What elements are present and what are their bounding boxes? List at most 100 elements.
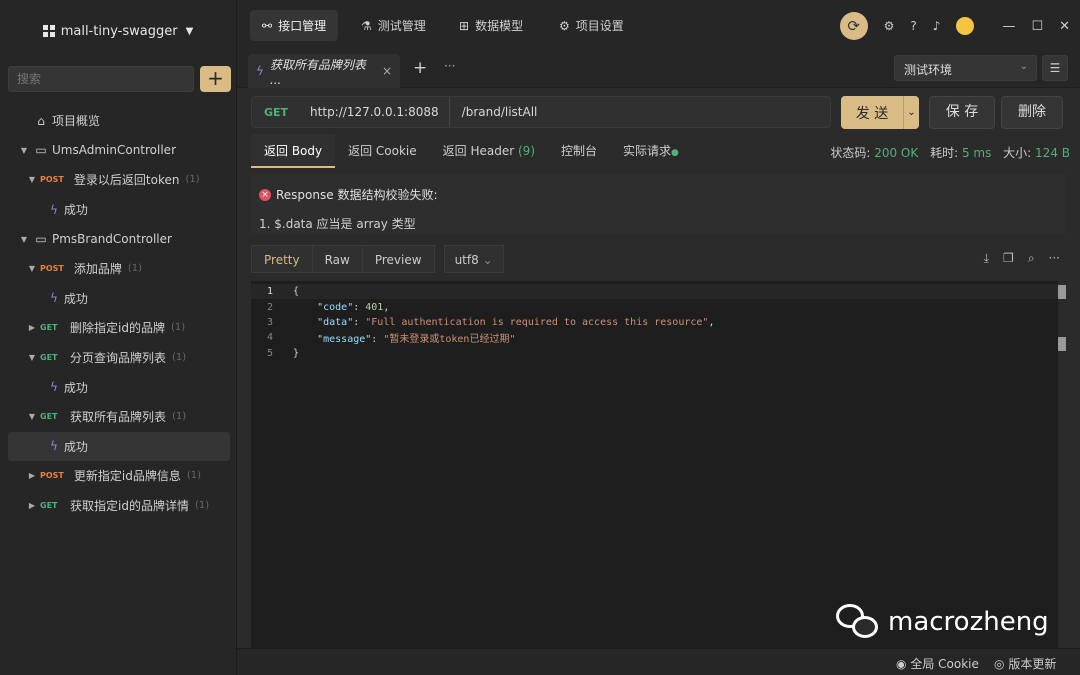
request-tab[interactable]: ϟ 获取所有品牌列表 ... × (248, 54, 400, 88)
status-dot-icon: ● (671, 148, 679, 158)
method-badge: GET (40, 412, 58, 422)
hierarchy-icon: ⊞ (459, 18, 470, 33)
header-count: (9) (518, 144, 535, 158)
bolt-icon: ϟ (256, 64, 264, 78)
minimize-icon[interactable]: — (1002, 19, 1015, 34)
tree-item-overview[interactable]: ⌂ 项目概览 (0, 106, 236, 136)
tab-response-body[interactable]: 返回 Body (251, 134, 336, 168)
more-icon[interactable]: ··· (444, 59, 455, 73)
tree-api[interactable]: ▶ GET 获取指定id的品牌详情 (1) (0, 491, 236, 521)
download-icon[interactable]: ⤓ (984, 251, 989, 266)
tab-data-model[interactable]: ⊞ 数据模型 (447, 10, 535, 41)
new-tab-icon[interactable]: + (413, 58, 427, 78)
chevron-down-icon[interactable]: ⌄ (903, 96, 919, 129)
tree-case[interactable]: ϟ 成功 (0, 284, 236, 314)
validation-title: Response 数据结构校验失败: (276, 188, 438, 202)
global-cookie-button[interactable]: ◉ 全局 Cookie (896, 655, 979, 672)
close-tab-icon[interactable]: × (382, 64, 392, 78)
encoding-select[interactable]: utf8 ⌄ (443, 245, 504, 273)
caret-down-icon: ▼ (28, 353, 36, 363)
method-badge: POST (40, 175, 64, 185)
tree-api[interactable]: ▼ GET 获取所有品牌列表 (1) (0, 402, 236, 432)
tree-api[interactable]: ▶ POST 更新指定id品牌信息 (1) (0, 461, 236, 491)
more-icon[interactable]: ··· (1049, 251, 1060, 266)
search-icon[interactable]: ⌕ (1028, 251, 1035, 266)
footer-label: 全局 Cookie (910, 657, 979, 671)
tab-console[interactable]: 控制台 (548, 134, 610, 168)
tab-project-settings[interactable]: ⚙ 项目设置 (547, 10, 636, 41)
view-pretty[interactable]: Pretty (251, 245, 313, 273)
project-name: mall-tiny-swagger (60, 23, 178, 39)
tab-label: 接口管理 (278, 19, 327, 33)
case-count: (1) (194, 500, 210, 512)
search-input[interactable] (8, 66, 194, 92)
tab-response-header[interactable]: 返回 Header (9) (430, 134, 548, 168)
tree-case[interactable]: ϟ 成功 (0, 372, 236, 402)
tree-api[interactable]: ▼ GET 分页查询品牌列表 (1) (0, 343, 236, 373)
environment-label: 测试环境 (904, 63, 953, 77)
case-count: (1) (170, 322, 186, 334)
view-raw[interactable]: Raw (311, 245, 363, 273)
tree-item-label: PmsBrandController (52, 232, 172, 247)
tab-response-cookie[interactable]: 返回 Cookie (335, 134, 430, 168)
add-button[interactable]: + (200, 66, 231, 92)
tab-label: 测试管理 (377, 19, 426, 33)
tree-item-label: 成功 (63, 439, 88, 454)
json-key: "code" (317, 301, 354, 313)
request-host[interactable]: http://127.0.0.1:8088 (300, 97, 450, 127)
tree-case[interactable]: ϟ 成功 (0, 195, 236, 225)
scrollbar[interactable] (1058, 281, 1066, 648)
tree-item-label: 成功 (63, 291, 88, 306)
request-method[interactable]: GET (252, 106, 300, 119)
version-update-button[interactable]: ◎ 版本更新 (994, 655, 1056, 672)
request-tab-row: ϟ 获取所有品牌列表 ... × + ··· 测试环境 ⌄ ☰ (237, 50, 1080, 88)
error-icon: × (259, 188, 271, 201)
send-button[interactable]: 发 送 ⌄ (841, 96, 919, 129)
chevron-down-icon: ⌄ (1019, 61, 1028, 72)
response-time: 5 ms (961, 146, 992, 160)
send-label: 发 送 (855, 105, 889, 122)
tree-api[interactable]: ▼ POST 添加品牌 (1) (0, 254, 236, 284)
tree-folder[interactable]: ▼ ▭ UmsAdminController (0, 136, 236, 166)
copy-icon[interactable]: ❐ (1003, 251, 1014, 266)
tree-api[interactable]: ▼ POST 登录以后返回token (1) (0, 165, 236, 195)
editor-tools: ⤓ ❐ ⌕ ··· (984, 251, 1060, 266)
tree-folder[interactable]: ▼ ▭ PmsBrandController (0, 224, 236, 254)
url-bar[interactable]: GET http://127.0.0.1:8088 /brand/listAll (251, 96, 831, 128)
avatar[interactable] (956, 17, 975, 35)
folder-icon: ▭ (35, 143, 47, 158)
save-button[interactable]: 保 存 (929, 96, 995, 129)
delete-button[interactable]: 删除 (1001, 96, 1063, 129)
tab-label: 数据模型 (475, 19, 524, 33)
json-key: "message" (317, 334, 372, 346)
caret-down-icon: ▼ (20, 234, 28, 244)
tab-test-management[interactable]: ⚗ 测试管理 (349, 10, 438, 41)
tab-api-management[interactable]: ⚯ 接口管理 (250, 10, 339, 41)
grid-icon (42, 25, 55, 37)
tree-api[interactable]: ▶ GET 删除指定id的品牌 (1) (0, 313, 236, 343)
line-number: 3 (266, 316, 273, 328)
help-icon[interactable]: ? (910, 19, 916, 33)
method-badge: GET (40, 323, 58, 333)
settings-icon[interactable]: ⚙ (884, 19, 895, 33)
tree-case[interactable]: ϟ 成功 (8, 431, 230, 462)
close-icon[interactable]: ✕ (1059, 19, 1070, 34)
maximize-icon[interactable]: ☐ (1031, 19, 1043, 34)
tab-actual-request[interactable]: 实际请求● (610, 134, 692, 168)
view-preview[interactable]: Preview (361, 245, 435, 273)
sync-icon[interactable]: ⟳ (839, 12, 868, 40)
environment-select[interactable]: 测试环境 ⌄ (894, 55, 1037, 81)
menu-icon[interactable]: ☰ (1042, 55, 1068, 81)
code-line: 2 "code": 401, (251, 299, 1066, 314)
bell-icon[interactable]: ♪ (933, 19, 941, 33)
request-path[interactable]: /brand/listAll (450, 105, 550, 119)
response-body-editor[interactable]: 1{ 2 "code": 401, 3 "data": "Full authen… (251, 281, 1066, 648)
code-line: 3 "data": "Full authentication is requir… (251, 315, 1066, 330)
method-badge: GET (40, 353, 58, 363)
bolt-icon: ϟ (50, 439, 58, 454)
tree-item-label: 获取指定id的品牌详情 (70, 499, 189, 514)
response-tabs: 返回 Body 返回 Cookie 返回 Header (9) 控制台 实际请求… (251, 134, 692, 168)
project-switcher[interactable]: mall-tiny-swagger ▼ (0, 0, 236, 62)
code-line: 5} (251, 346, 1066, 361)
api-tree: ⌂ 项目概览 ▼ ▭ UmsAdminController ▼ POST 登录以后返回to… (0, 106, 236, 520)
